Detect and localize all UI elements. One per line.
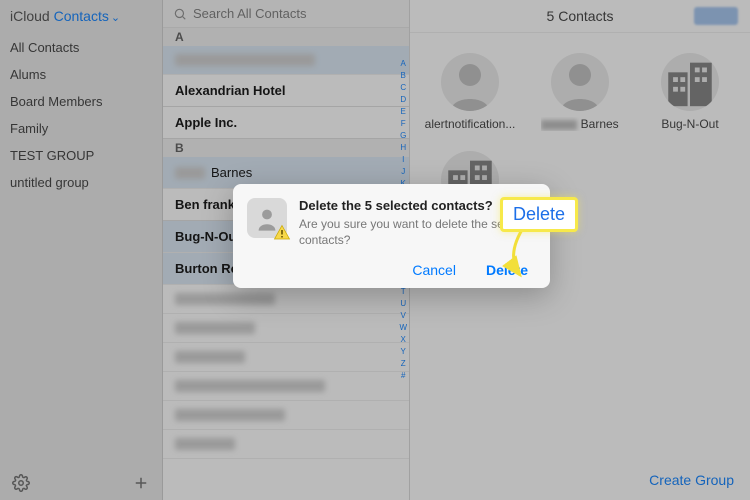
create-group-link[interactable]: Create Group xyxy=(649,472,734,488)
delete-button[interactable]: Delete xyxy=(486,262,528,278)
sidebar-item-all-contacts[interactable]: All Contacts xyxy=(0,34,162,61)
sidebar-item-test-group[interactable]: TEST GROUP xyxy=(0,142,162,169)
list-item[interactable] xyxy=(163,401,409,430)
app-prefix: iCloud xyxy=(10,8,50,24)
contact-tile[interactable]: Barnes xyxy=(530,53,630,131)
tile-label: alertnotification... xyxy=(425,117,516,131)
group-list: All Contacts Alums Board Members Family … xyxy=(0,30,162,466)
section-header-a: A xyxy=(163,28,409,46)
callout-highlight: Delete xyxy=(500,197,578,232)
tile-label: Barnes xyxy=(541,117,618,131)
gear-icon[interactable] xyxy=(12,474,30,492)
list-item[interactable] xyxy=(163,46,409,75)
app-name: Contacts xyxy=(54,8,109,24)
edit-button[interactable] xyxy=(694,7,738,25)
list-item[interactable] xyxy=(163,285,409,314)
search-input[interactable] xyxy=(193,6,399,21)
building-icon xyxy=(661,53,719,111)
avatar-icon xyxy=(441,53,499,111)
contact-tile[interactable]: Bug-N-Out xyxy=(640,53,740,131)
list-item[interactable] xyxy=(163,314,409,343)
list-item[interactable] xyxy=(163,343,409,372)
list-item[interactable]: Alexandrian Hotel xyxy=(163,75,409,107)
detail-header: 5 Contacts xyxy=(410,0,750,33)
search-icon xyxy=(173,7,187,21)
app-title[interactable]: iCloud Contacts⌄ xyxy=(0,0,162,30)
cancel-button[interactable]: Cancel xyxy=(412,262,456,278)
avatar-icon xyxy=(551,53,609,111)
tile-label: Bug-N-Out xyxy=(661,117,718,131)
contact-tile[interactable]: alertnotification... xyxy=(420,53,520,131)
sidebar-item-family[interactable]: Family xyxy=(0,115,162,142)
sidebar-item-board-members[interactable]: Board Members xyxy=(0,88,162,115)
list-item[interactable] xyxy=(163,430,409,459)
plus-icon[interactable] xyxy=(132,474,150,492)
section-header-b: B xyxy=(163,139,409,157)
chevron-down-icon: ⌄ xyxy=(111,12,120,24)
sidebar-item-untitled[interactable]: untitled group xyxy=(0,169,162,196)
sidebar: iCloud Contacts⌄ All Contacts Alums Boar… xyxy=(0,0,163,500)
search-bar[interactable] xyxy=(163,0,409,28)
dialog-warning-icon xyxy=(247,198,287,238)
list-item[interactable] xyxy=(163,372,409,401)
sidebar-item-alums[interactable]: Alums xyxy=(0,61,162,88)
selection-count: 5 Contacts xyxy=(547,8,614,24)
list-item[interactable]: Apple Inc. xyxy=(163,107,409,139)
